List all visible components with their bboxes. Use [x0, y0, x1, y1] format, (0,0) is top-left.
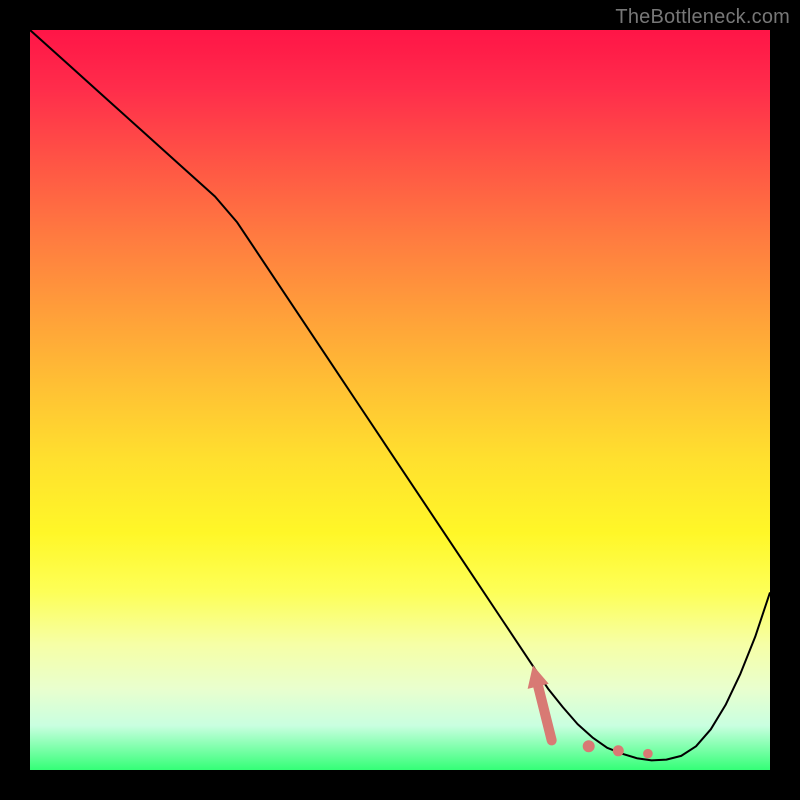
pointer-group: [528, 666, 652, 758]
chart-svg: [30, 30, 770, 770]
pointer-dot: [644, 749, 653, 758]
chart-plot-area: [30, 30, 770, 770]
bottleneck-curve: [30, 30, 770, 760]
attribution-text: TheBottleneck.com: [615, 6, 790, 29]
pointer-dots: [583, 741, 652, 758]
pointer-dot: [613, 746, 623, 756]
pointer-dot: [583, 741, 594, 752]
